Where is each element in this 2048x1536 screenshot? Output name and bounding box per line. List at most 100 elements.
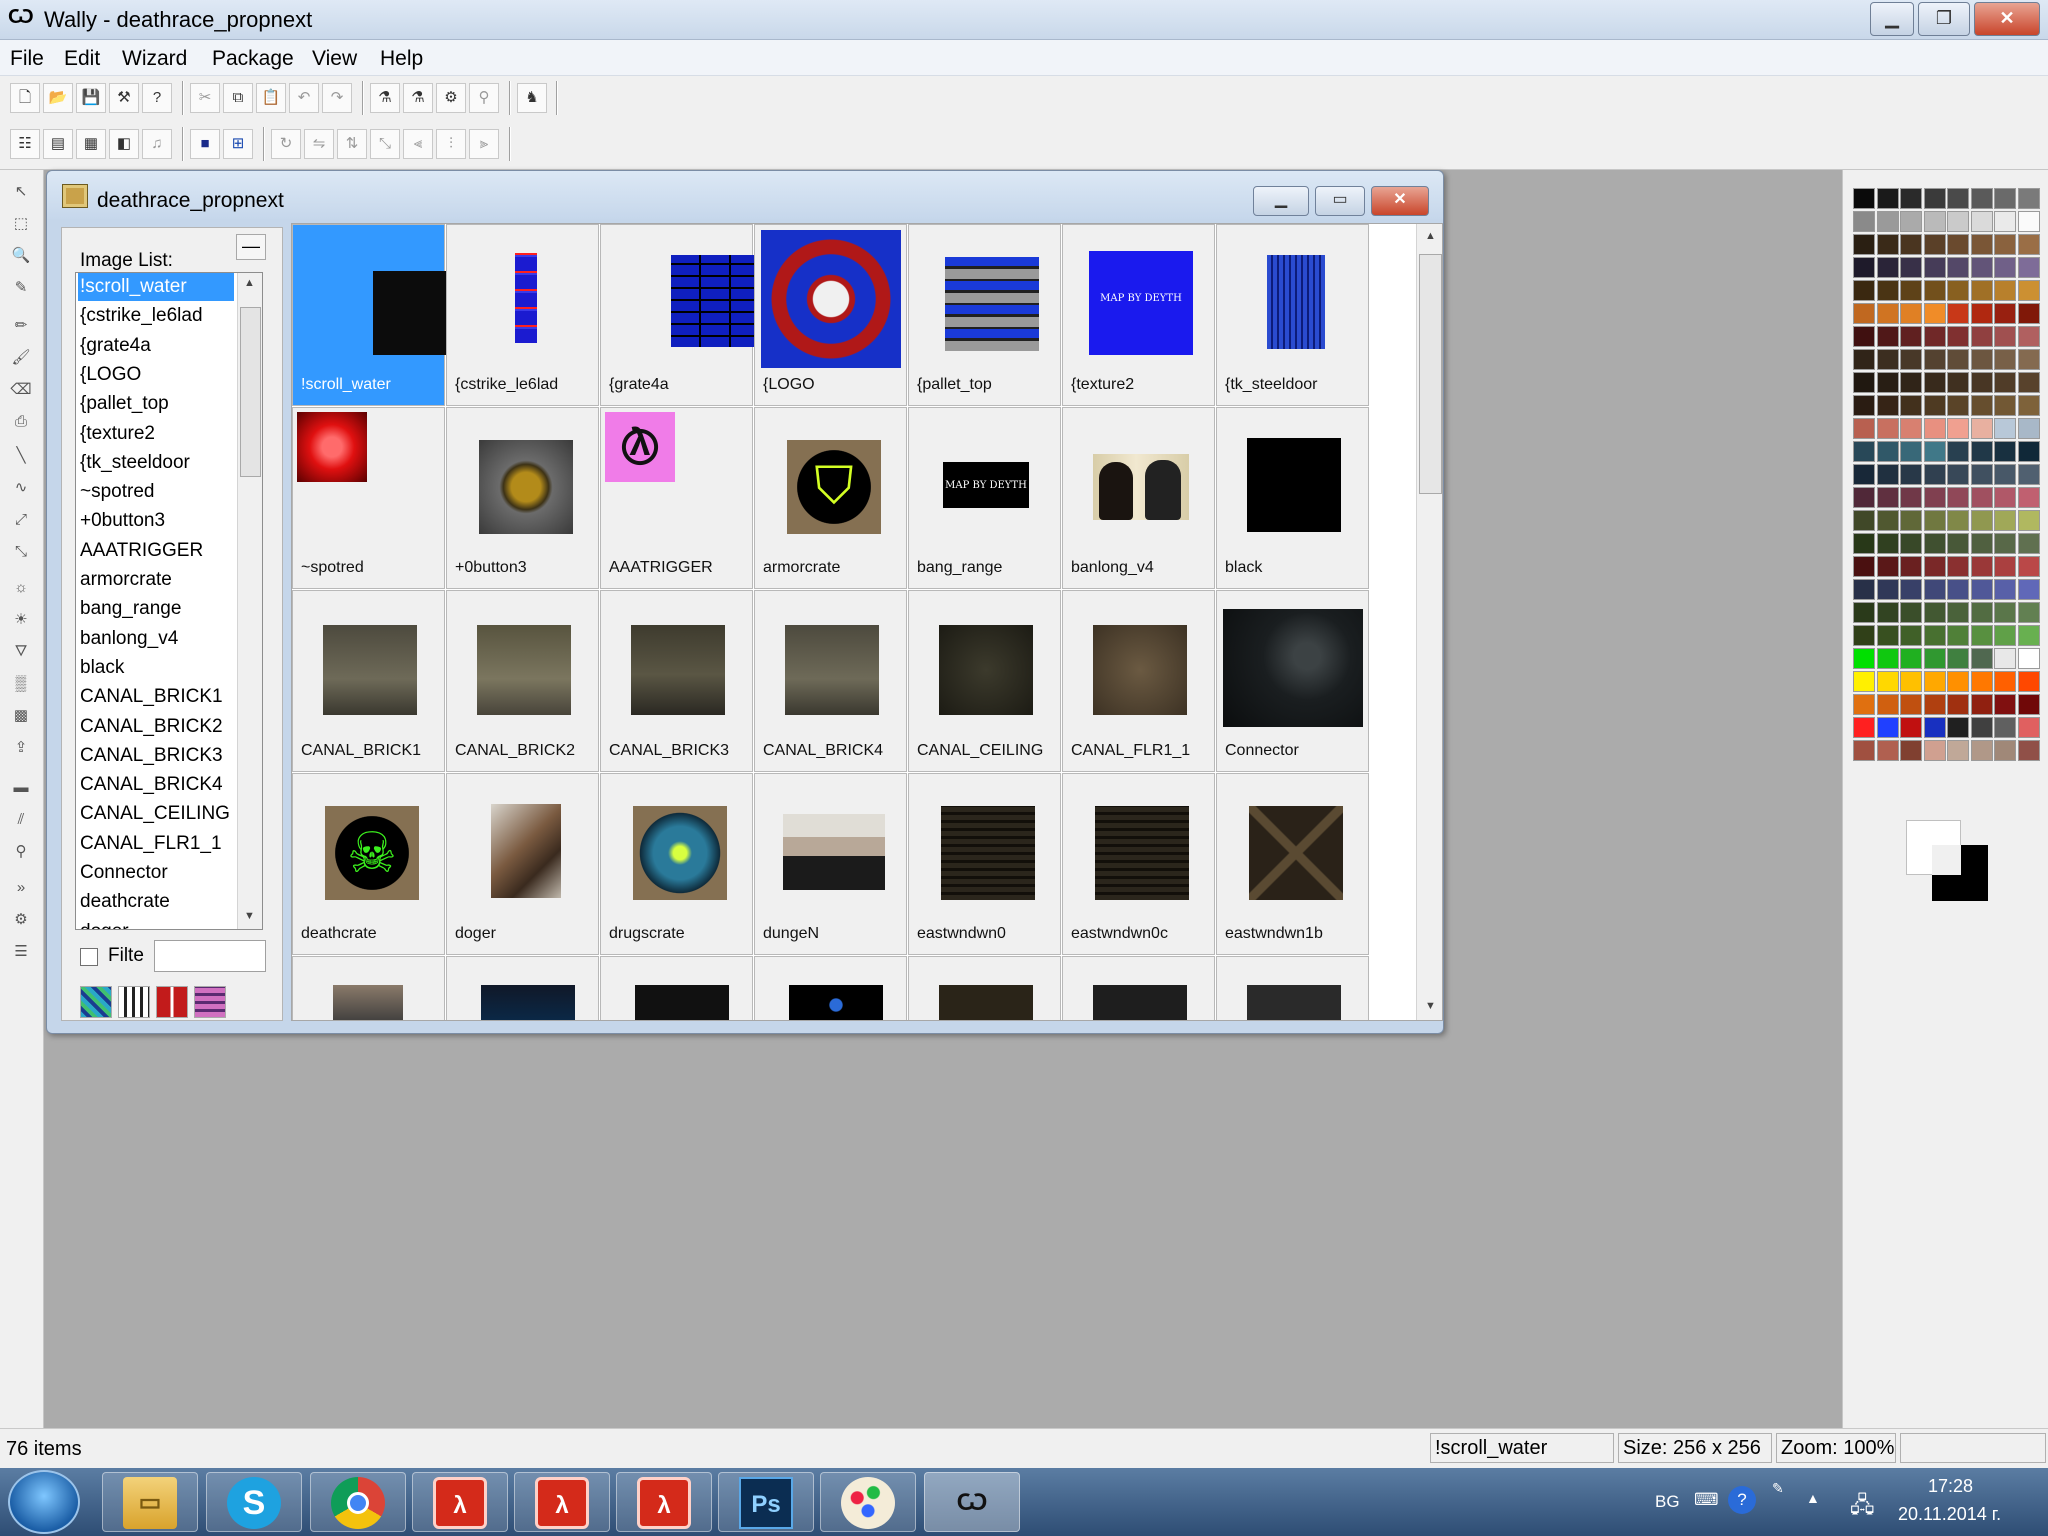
wizard-2-icon[interactable]: ⚗ bbox=[403, 83, 433, 113]
image-list-item[interactable]: !scroll_water bbox=[78, 273, 234, 301]
menu-package[interactable]: Package bbox=[212, 47, 294, 71]
pattern-tool-icon[interactable]: ▩ bbox=[6, 702, 36, 730]
palette-swatch[interactable] bbox=[1970, 234, 1993, 255]
taskbar-paint[interactable] bbox=[820, 1472, 916, 1532]
texture-thumbnail[interactable]: CANAL_BRICK4 bbox=[754, 590, 907, 772]
light-tool-icon[interactable]: ☀ bbox=[6, 606, 36, 634]
palette-swatch[interactable] bbox=[1900, 234, 1922, 255]
image-list-item[interactable]: ~spotred bbox=[78, 478, 234, 506]
palette-swatch[interactable] bbox=[1853, 625, 1875, 646]
rectangle-tool-icon[interactable]: ▬ bbox=[6, 774, 36, 802]
palette-swatch[interactable] bbox=[1876, 556, 1899, 577]
image-list-item[interactable]: AAATRIGGER bbox=[78, 537, 234, 565]
palette-swatch[interactable] bbox=[1876, 349, 1899, 370]
align-center-icon[interactable]: ⫶ bbox=[436, 129, 466, 159]
palette-swatch[interactable] bbox=[1947, 510, 1969, 531]
close-button[interactable]: ✕ bbox=[1974, 2, 2040, 36]
palette-swatch[interactable] bbox=[1923, 441, 1946, 462]
palette-swatch[interactable] bbox=[1994, 625, 2016, 646]
texture-thumbnail[interactable]: !scroll_water bbox=[292, 224, 457, 406]
pencil-tool-icon[interactable]: ✏ bbox=[6, 312, 36, 340]
texture-thumbnail[interactable]: MAP BY DEYTH {texture2 bbox=[1062, 224, 1215, 406]
texture-thumbnail[interactable]: doger bbox=[446, 773, 599, 955]
palette-swatch[interactable] bbox=[1923, 625, 1946, 646]
palette-swatch[interactable] bbox=[1970, 533, 1993, 554]
undo-icon[interactable]: ↶ bbox=[289, 83, 319, 113]
palette-swatch[interactable] bbox=[1853, 418, 1875, 439]
palette-swatch[interactable] bbox=[1853, 326, 1875, 347]
image-list-item[interactable]: black bbox=[78, 654, 234, 682]
palette-swatch[interactable] bbox=[1900, 625, 1922, 646]
grid-blue-icon[interactable]: ⊞ bbox=[223, 129, 253, 159]
palette-swatch[interactable] bbox=[1923, 257, 1946, 278]
image-list-item[interactable]: CANAL_BRICK2 bbox=[78, 713, 234, 741]
palette-swatch[interactable] bbox=[2017, 579, 2040, 600]
palette-swatch[interactable] bbox=[1876, 740, 1899, 761]
view-list-icon[interactable]: ☷ bbox=[10, 129, 40, 159]
palette-swatch[interactable] bbox=[1923, 487, 1946, 508]
palette-swatch[interactable] bbox=[1923, 510, 1946, 531]
palette-swatch[interactable] bbox=[1923, 579, 1946, 600]
palette-swatch[interactable] bbox=[1900, 648, 1922, 669]
palette-swatch[interactable] bbox=[1923, 188, 1946, 209]
palette-swatch[interactable] bbox=[1947, 602, 1969, 623]
palette-swatch[interactable] bbox=[1947, 303, 1969, 324]
texture-thumbnail[interactable]: {LOGO bbox=[754, 224, 907, 406]
palette-swatch[interactable] bbox=[1994, 326, 2016, 347]
palette-swatch[interactable] bbox=[1853, 280, 1875, 301]
palette-swatch[interactable] bbox=[1947, 257, 1969, 278]
image-list-item[interactable]: CANAL_BRICK4 bbox=[78, 771, 234, 799]
palette-swatch[interactable] bbox=[2017, 211, 2040, 232]
palette-swatch[interactable] bbox=[1970, 418, 1993, 439]
palette-swatch[interactable] bbox=[1970, 349, 1993, 370]
palette-swatch[interactable] bbox=[1876, 280, 1899, 301]
texture-thumbnail[interactable]: λ AAATRIGGER bbox=[600, 407, 753, 589]
wizard-man-icon[interactable]: ♞ bbox=[517, 83, 547, 113]
palette-swatch[interactable] bbox=[1923, 372, 1946, 393]
scroll-down-arrow-icon[interactable]: ▼ bbox=[244, 910, 255, 922]
palette-swatch[interactable] bbox=[1900, 694, 1922, 715]
palette-swatch[interactable] bbox=[1900, 349, 1922, 370]
palette-swatch[interactable] bbox=[2017, 740, 2040, 761]
palette-swatch[interactable] bbox=[1994, 671, 2016, 692]
palette-swatch[interactable] bbox=[2017, 280, 2040, 301]
palette-swatch[interactable] bbox=[2017, 464, 2040, 485]
palette-swatch[interactable] bbox=[1994, 280, 2016, 301]
palette-swatch[interactable] bbox=[1994, 487, 2016, 508]
palette-swatch[interactable] bbox=[1994, 740, 2016, 761]
copy-icon[interactable]: ⧉ bbox=[223, 83, 253, 113]
palette-swatch[interactable] bbox=[1970, 211, 1993, 232]
scroll-up-arrow-icon[interactable]: ▲ bbox=[244, 277, 255, 289]
palette-swatch[interactable] bbox=[1947, 671, 1969, 692]
menu-view[interactable]: View bbox=[312, 47, 357, 71]
emboss-tool-icon[interactable]: ⇪ bbox=[6, 734, 36, 762]
palette-swatch[interactable] bbox=[1947, 579, 1969, 600]
palette-swatch[interactable] bbox=[1853, 211, 1875, 232]
brush-wand-icon[interactable]: ⚒ bbox=[109, 83, 139, 113]
palette-swatch[interactable] bbox=[1876, 326, 1899, 347]
palette-swatch[interactable] bbox=[1923, 740, 1946, 761]
palette-swatch[interactable] bbox=[1923, 602, 1946, 623]
texture-thumbnail[interactable]: CANAL_BRICK3 bbox=[600, 590, 753, 772]
palette-swatch[interactable] bbox=[1900, 395, 1922, 416]
rotate-icon[interactable]: ↻ bbox=[271, 129, 301, 159]
new-file-icon[interactable]: 🗋 bbox=[10, 83, 40, 113]
palette-swatch[interactable] bbox=[1970, 280, 1993, 301]
palette-swatch[interactable] bbox=[1900, 579, 1922, 600]
palette-swatch[interactable] bbox=[1900, 740, 1922, 761]
palette-swatch[interactable] bbox=[2017, 303, 2040, 324]
filter-input[interactable] bbox=[154, 940, 266, 972]
palette-swatch[interactable] bbox=[1876, 579, 1899, 600]
taskbar-half-life-1[interactable]: λ bbox=[412, 1472, 508, 1532]
child-close-button[interactable]: ✕ bbox=[1371, 186, 1429, 216]
palette-swatch[interactable] bbox=[2017, 671, 2040, 692]
palette-swatch[interactable] bbox=[1994, 464, 2016, 485]
texture-thumbnail[interactable]: dungeN bbox=[754, 773, 907, 955]
palette-swatch[interactable] bbox=[2017, 257, 2040, 278]
palette-swatch[interactable] bbox=[1970, 257, 1993, 278]
palette-swatch[interactable] bbox=[1994, 441, 2016, 462]
line-tool-icon[interactable]: ╲ bbox=[6, 442, 36, 470]
palette-swatch[interactable] bbox=[1923, 671, 1946, 692]
child-minimize-button[interactable]: ▁ bbox=[1253, 186, 1309, 216]
palette-swatch[interactable] bbox=[1947, 464, 1969, 485]
